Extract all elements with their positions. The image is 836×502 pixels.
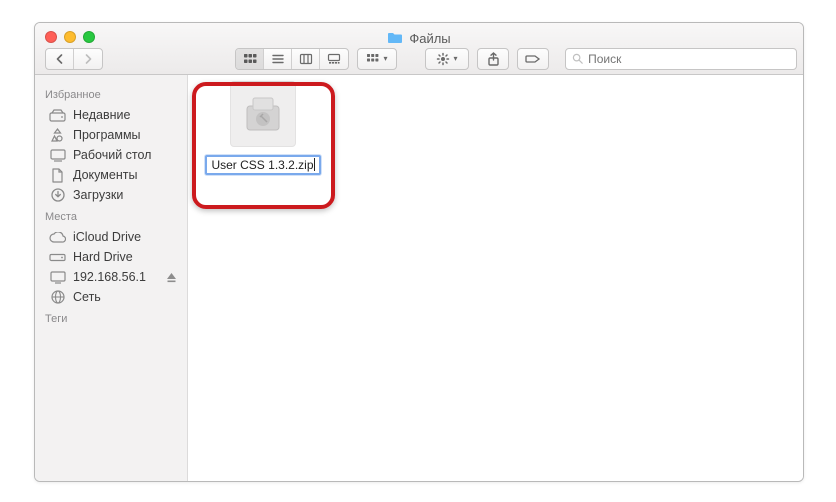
sidebar-item-label: Недавние [73,108,130,122]
sidebar-item-label: Загрузки [73,188,123,202]
forward-button[interactable] [74,49,102,69]
action-button[interactable]: ▾ [425,48,469,70]
arrange-button[interactable]: ▾ [357,48,397,70]
view-list-button[interactable] [264,49,292,69]
back-button[interactable] [46,49,74,69]
sidebar-item-harddrive[interactable]: Hard Drive [35,247,187,267]
sidebar: Избранное Недавние Программы Рабочий сто… [35,75,188,481]
sidebar-item-server[interactable]: 192.168.56.1 [35,267,187,287]
text-cursor [314,158,315,171]
file-name-input[interactable]: User CSS 1.3.2.zip [205,155,320,175]
apps-icon [49,128,66,142]
view-gallery-button[interactable] [320,49,348,69]
sidebar-item-downloads[interactable]: Загрузки [35,185,187,205]
sidebar-item-label: 192.168.56.1 [73,270,146,284]
sidebar-section-header: Теги [35,307,187,329]
window-body: Избранное Недавние Программы Рабочий сто… [35,75,803,481]
file-item[interactable]: User CSS 1.3.2.zip [198,81,328,175]
content-area[interactable]: User CSS 1.3.2.zip [188,75,803,481]
sidebar-item-icloud[interactable]: iCloud Drive [35,227,187,247]
sidebar-section-header: Избранное [35,83,187,105]
sidebar-section-header: Места [35,205,187,227]
sidebar-item-label: Документы [73,168,137,182]
sidebar-item-label: Программы [73,128,141,142]
sidebar-item-label: iCloud Drive [73,230,141,244]
titlebar: Файлы ▾ ▾ [35,23,803,75]
file-name-text: User CSS 1.3.2.zip [211,158,313,172]
clock-drive-icon [49,108,66,122]
share-button[interactable] [477,48,509,70]
chevron-down-icon: ▾ [383,54,387,63]
monitor-icon [49,270,66,284]
sidebar-item-network[interactable]: Сеть [35,287,187,307]
chevron-down-icon: ▾ [453,54,457,63]
search-icon [572,53,583,65]
view-columns-button[interactable] [292,49,320,69]
folder-icon [387,32,403,44]
file-icon [230,81,296,147]
sidebar-item-label: Рабочий стол [73,148,151,162]
disk-icon [49,250,66,264]
network-icon [49,290,66,304]
nav-buttons [45,48,103,70]
desktop-icon [49,148,66,162]
documents-icon [49,168,66,182]
sidebar-item-label: Hard Drive [73,250,133,264]
window-title-text: Файлы [409,31,450,46]
view-mode-buttons [235,48,349,70]
search-field[interactable] [565,48,797,70]
search-input[interactable] [588,52,790,66]
window-title: Файлы [35,29,803,47]
sidebar-item-documents[interactable]: Документы [35,165,187,185]
cloud-icon [49,230,66,244]
sidebar-item-recents[interactable]: Недавние [35,105,187,125]
eject-icon[interactable] [166,272,177,283]
downloads-icon [49,188,66,202]
view-icons-button[interactable] [236,49,264,69]
sidebar-item-label: Сеть [73,290,101,304]
tags-button[interactable] [517,48,549,70]
sidebar-item-desktop[interactable]: Рабочий стол [35,145,187,165]
sidebar-item-apps[interactable]: Программы [35,125,187,145]
finder-window: Файлы ▾ ▾ [34,22,804,482]
